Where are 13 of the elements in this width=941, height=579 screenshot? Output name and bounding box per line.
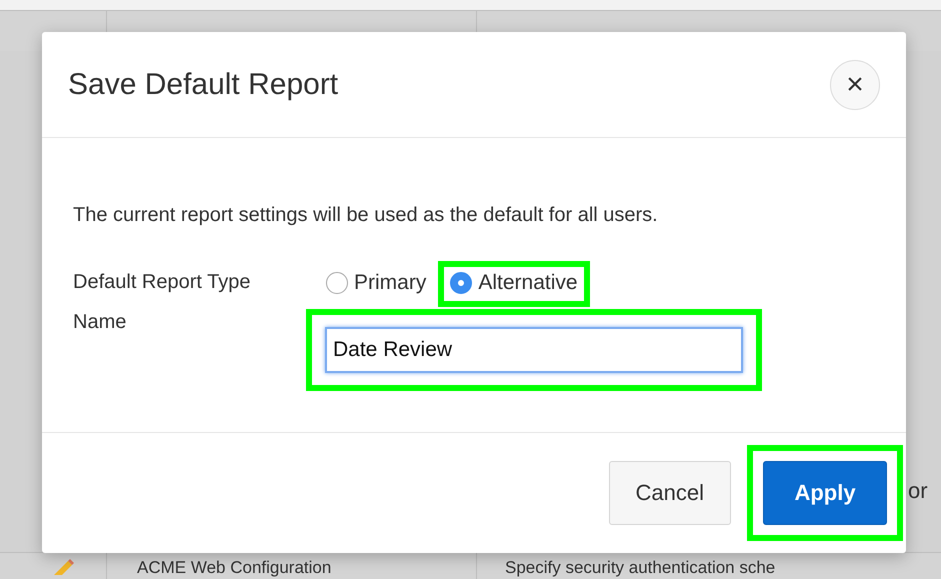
field-label: Name [73, 310, 128, 334]
field-label: Default Report Type [73, 270, 252, 294]
name-field[interactable]: Date Review [325, 327, 743, 373]
close-button[interactable]: × [830, 60, 880, 110]
row-description: Specify security authentication sche [505, 557, 776, 579]
dialog-title: Save Default Report [68, 68, 338, 102]
radio-option[interactable]: Alternative [450, 271, 578, 295]
dialog-message: The current report settings will be used as the default for all users. [73, 204, 659, 227]
radio-option[interactable]: Primary [326, 271, 426, 295]
background-text: or [908, 478, 928, 504]
apply-button[interactable]: Apply [763, 461, 887, 525]
row-name: ACME Web Configuration [137, 557, 332, 579]
cancel-button[interactable]: Cancel [608, 461, 731, 525]
